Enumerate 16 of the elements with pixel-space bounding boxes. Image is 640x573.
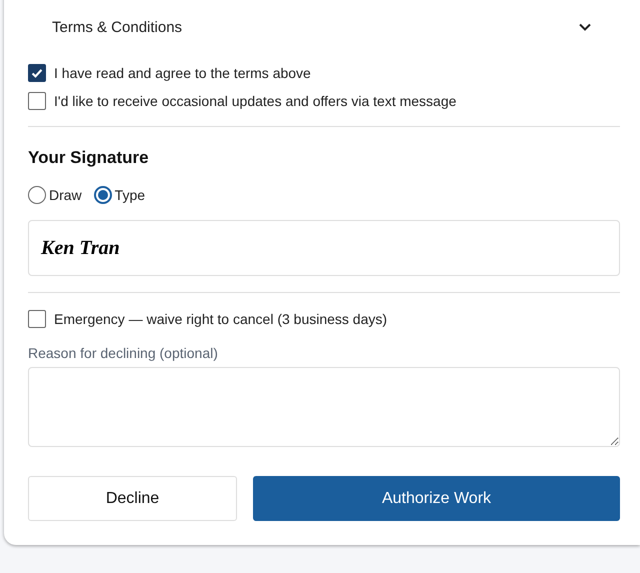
checkbox[interactable] xyxy=(28,64,46,82)
checkbox-label: I have read and agree to the terms above xyxy=(54,65,311,81)
authorize-button[interactable]: Authorize Work xyxy=(253,476,620,521)
checkbox-label: I'd like to receive occasional updates and offers via text message xyxy=(54,93,456,109)
radio-button[interactable] xyxy=(94,186,112,204)
checkbox[interactable] xyxy=(28,92,46,110)
radio-button[interactable] xyxy=(28,186,46,204)
signature-field[interactable]: Ken Tran xyxy=(28,220,620,276)
decline-button[interactable]: Decline xyxy=(28,476,237,521)
section-title[interactable]: Terms & Conditions xyxy=(52,18,182,36)
field-label: Reason for declining (optional) xyxy=(28,345,219,361)
radio-label: Type xyxy=(114,187,146,203)
checkbox[interactable] xyxy=(28,310,46,328)
radio-label: Draw xyxy=(49,187,82,203)
checkbox-label: Emergency — waive right to cancel (3 business days) xyxy=(54,311,388,327)
section-heading: Your Signature xyxy=(28,148,150,168)
